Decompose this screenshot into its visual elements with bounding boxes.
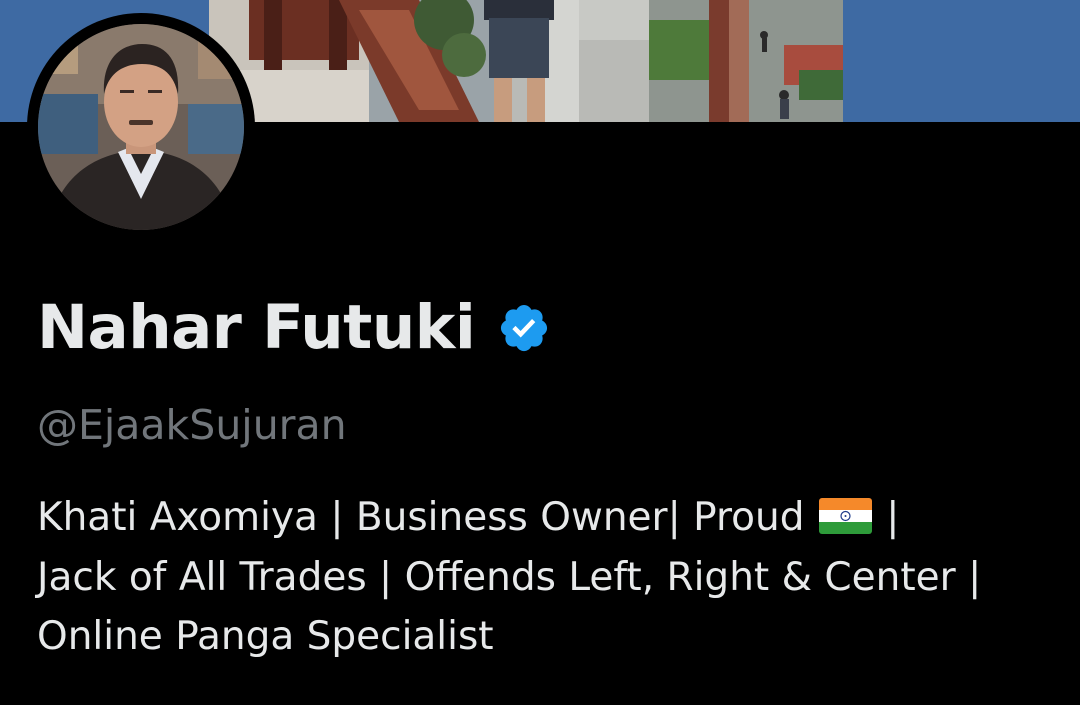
avatar-photo [38,24,244,230]
bio-line-3: Online Panga Specialist [37,614,494,659]
banner-photo [209,0,843,122]
bio-line-1-text: Khati Axomiya | Business Owner| Proud [37,495,817,540]
india-flag-icon [818,498,872,534]
profile-bio: Khati Axomiya | Business Owner| Proud | … [37,488,1067,667]
profile-handle: @EjaakSujuran [37,401,347,449]
bio-line-2: Jack of All Trades | Offends Left, Right… [37,554,982,600]
display-name: Nahar Futuki [37,292,476,363]
profile-page: Nahar Futuki @EjaakSujuran Khati Axomiya… [0,0,1080,705]
profile-avatar[interactable] [27,13,255,241]
verified-badge-icon[interactable] [497,301,551,355]
bio-line-1-end: | [873,495,900,540]
bio-line-1: Khati Axomiya | Business Owner| Proud | [37,488,1067,548]
display-name-row: Nahar Futuki [37,292,551,364]
